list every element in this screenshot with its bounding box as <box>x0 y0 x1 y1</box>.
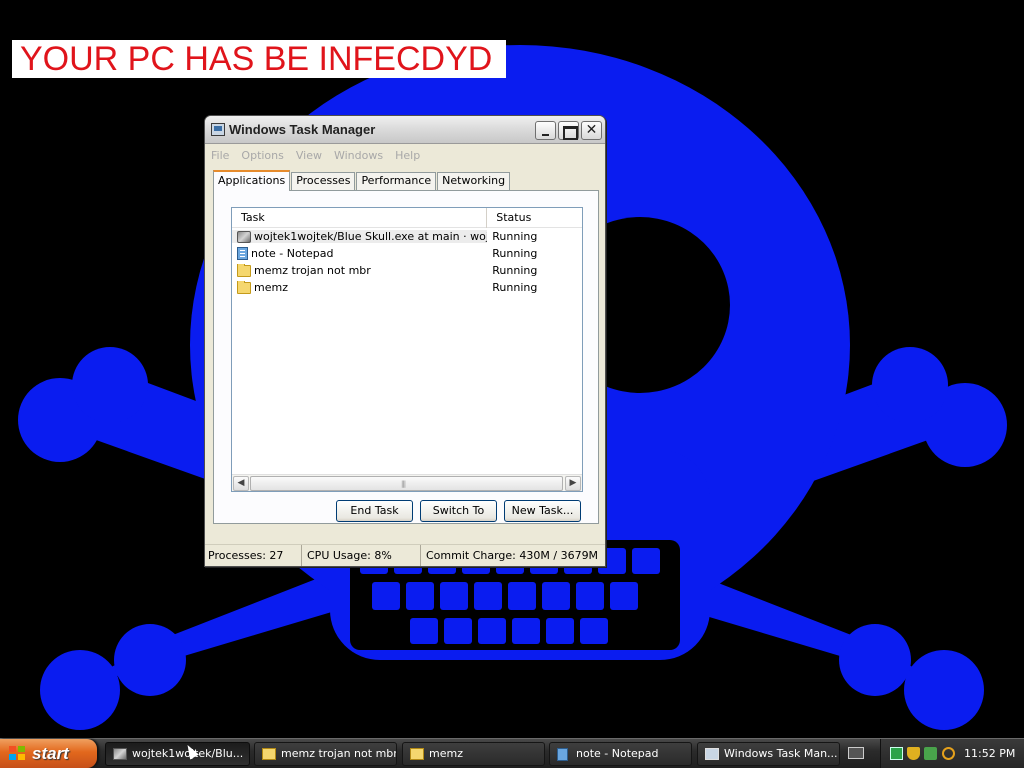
horizontal-scrollbar[interactable]: ◀ ||| ▶ <box>232 474 582 491</box>
system-tray: 11:52 PM <box>880 739 1024 768</box>
new-task-button[interactable]: New Task... <box>504 500 581 522</box>
taskbar-button-label: Windows Task Man... <box>724 747 838 760</box>
task-status: Running <box>492 247 538 260</box>
clock[interactable]: 11:52 PM <box>964 739 1015 768</box>
close-icon: ✕ <box>585 122 598 138</box>
scroll-right-icon[interactable]: ▶ <box>565 476 581 491</box>
tab-strip: Applications Processes Performance Netwo… <box>213 170 511 191</box>
column-header-task[interactable]: Task <box>232 208 488 228</box>
app-exe-icon <box>237 230 251 243</box>
maximize-button[interactable] <box>558 121 579 140</box>
safely-remove-icon[interactable] <box>924 747 937 760</box>
switch-to-button[interactable]: Switch To <box>420 500 497 522</box>
tab-processes[interactable]: Processes <box>291 172 356 190</box>
folder-icon <box>262 748 276 760</box>
list-header: Task Status <box>232 208 582 228</box>
taskbar-button-memz-trojan[interactable]: memz trojan not mbr <box>254 742 397 766</box>
task-row[interactable]: wojtek1wojtek/Blue Skull.exe at main · w… <box>232 228 582 245</box>
task-manager-icon <box>211 123 225 136</box>
network-icon[interactable] <box>890 747 903 760</box>
infection-banner: YOUR PC HAS BE INFECDYD <box>12 40 506 78</box>
folder-icon <box>410 748 424 760</box>
start-button[interactable]: start <box>0 739 97 768</box>
close-button[interactable]: ✕ <box>581 121 602 140</box>
security-shield-icon[interactable] <box>907 747 920 760</box>
task-row[interactable]: memz Running <box>232 279 582 296</box>
windows-logo-icon <box>9 746 25 760</box>
keyboard-icon[interactable] <box>848 747 864 759</box>
scroll-left-icon[interactable]: ◀ <box>233 476 249 491</box>
task-name: note - Notepad <box>251 247 334 260</box>
menu-view[interactable]: View <box>296 149 322 162</box>
task-manager-icon <box>705 748 719 760</box>
tab-performance[interactable]: Performance <box>356 172 437 190</box>
task-status: Running <box>492 264 538 277</box>
start-label: start <box>32 744 69 763</box>
taskbar-button-label: memz <box>429 747 463 760</box>
process-count: Processes: 27 <box>205 545 302 566</box>
task-row[interactable]: memz trojan not mbr Running <box>232 262 582 279</box>
desktop: YOUR PC HAS BE INFECDYD Windows Task Man… <box>0 0 1024 738</box>
task-row[interactable]: note - Notepad Running <box>232 245 582 262</box>
task-status: Running <box>492 230 538 243</box>
menu-bar: File Options View Windows Help <box>205 144 605 166</box>
taskbar: start wojtek1wojtek/Blu... memz trojan n… <box>0 738 1024 768</box>
menu-options[interactable]: Options <box>241 149 283 162</box>
menu-file[interactable]: File <box>211 149 229 162</box>
taskbar-button-memz[interactable]: memz <box>402 742 545 766</box>
commit-charge: Commit Charge: 430M / 3679M <box>426 549 599 562</box>
applications-panel: Task Status wojtek1wojtek/Blue Skull.exe… <box>213 190 599 524</box>
title-bar[interactable]: Windows Task Manager ✕ <box>205 116 605 144</box>
column-header-status[interactable]: Status <box>487 208 582 228</box>
end-task-button[interactable]: End Task <box>336 500 413 522</box>
folder-icon <box>237 264 251 277</box>
notepad-icon <box>557 748 568 761</box>
status-bar: Processes: 27 CPU Usage: 8% Commit Charg… <box>205 544 605 566</box>
tab-applications[interactable]: Applications <box>213 170 291 191</box>
taskbar-button-notepad[interactable]: note - Notepad <box>549 742 692 766</box>
grip-icon: ||| <box>401 480 406 488</box>
search-icon[interactable] <box>942 747 955 760</box>
menu-help[interactable]: Help <box>395 149 420 162</box>
task-list: Task Status wojtek1wojtek/Blue Skull.exe… <box>231 207 583 492</box>
task-name: wojtek1wojtek/Blue Skull.exe at main · w… <box>254 230 488 243</box>
tab-networking[interactable]: Networking <box>437 172 511 190</box>
menu-windows[interactable]: Windows <box>334 149 383 162</box>
cpu-usage: CPU Usage: 8% <box>302 545 421 566</box>
notepad-icon <box>237 247 248 260</box>
app-exe-icon <box>113 748 127 760</box>
task-manager-window: Windows Task Manager ✕ File Options View… <box>204 115 606 567</box>
taskbar-button-label: memz trojan not mbr <box>281 747 397 760</box>
task-name: memz <box>254 281 288 294</box>
taskbar-button-task-manager[interactable]: Windows Task Man... <box>697 742 840 766</box>
taskbar-button-blue-skull[interactable]: wojtek1wojtek/Blu... <box>105 742 250 766</box>
folder-icon <box>237 281 251 294</box>
task-status: Running <box>492 281 538 294</box>
task-name: memz trojan not mbr <box>254 264 371 277</box>
taskbar-button-label: note - Notepad <box>576 747 659 760</box>
scroll-thumb[interactable]: ||| <box>250 476 563 491</box>
minimize-button[interactable] <box>535 121 556 140</box>
window-title: Windows Task Manager <box>229 122 376 137</box>
